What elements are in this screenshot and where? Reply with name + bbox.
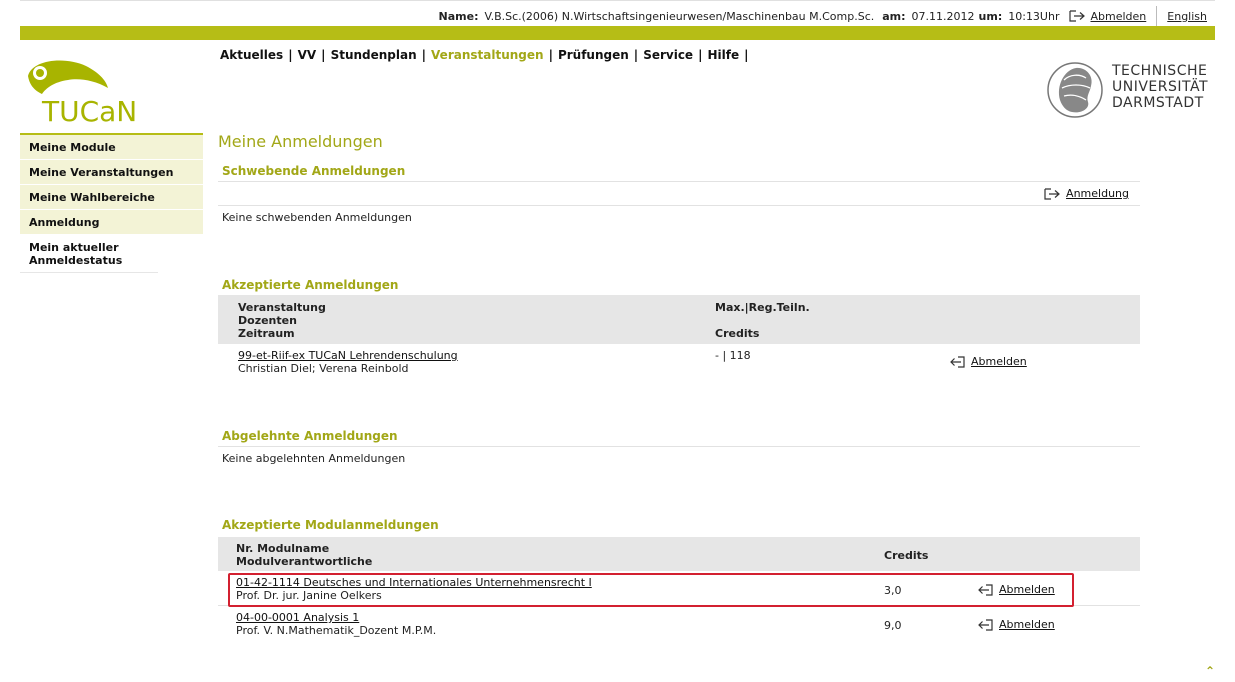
name-label: Name:	[438, 9, 479, 23]
column-modulverantwortliche: Modulverantwortliche	[236, 555, 373, 568]
nav-separator: |	[321, 48, 326, 62]
module-link[interactable]: 04-00-0001 Analysis 1	[236, 611, 436, 624]
highlight-box	[228, 573, 1074, 607]
rejected-empty-text: Keine abgelehnten Anmeldungen	[222, 452, 406, 465]
nav-separator: |	[633, 48, 639, 62]
logout-label[interactable]: Abmelden	[1090, 10, 1146, 23]
date-value: 07.11.2012	[911, 9, 975, 23]
accepted-heading: Akzeptierte Anmeldungen	[222, 278, 399, 292]
register-arrow-icon	[1044, 187, 1060, 200]
university-line-2: UNIVERSITÄT	[1112, 79, 1209, 95]
nav-veranstaltungen[interactable]: Veranstaltungen	[431, 48, 544, 62]
pending-heading: Schwebende Anmeldungen	[222, 164, 406, 178]
register-action[interactable]: Anmeldung	[1044, 187, 1129, 200]
top-border	[20, 0, 1215, 1]
language-link[interactable]: English	[1167, 10, 1207, 23]
nav-separator: |	[288, 48, 293, 62]
header-band	[20, 26, 1215, 40]
logout-arrow-icon	[1069, 10, 1086, 22]
sidebar-item-anmeldung[interactable]: Anmeldung	[20, 210, 203, 235]
tucan-logo[interactable]: TUCaN	[24, 58, 154, 124]
course-max-reg: - | 118	[715, 349, 751, 362]
nav-separator: |	[548, 48, 553, 62]
unregister-course-action[interactable]: Abmelden	[949, 355, 1027, 368]
column-dozenten: Dozenten	[238, 314, 297, 327]
nav-separator: |	[421, 48, 427, 62]
nav-aktuelles[interactable]: Aktuelles	[220, 48, 283, 62]
unregister-link[interactable]: Abmelden	[971, 355, 1027, 368]
sidebar-item-meine-wahlbereiche[interactable]: Meine Wahlbereiche	[20, 185, 203, 210]
unregister-module-action[interactable]: Abmelden	[977, 618, 1055, 631]
unregister-link[interactable]: Abmelden	[999, 618, 1055, 631]
register-link[interactable]: Anmeldung	[1066, 187, 1129, 200]
nav-vv[interactable]: VV	[298, 48, 317, 62]
column-zeitraum: Zeitraum	[238, 327, 295, 340]
nav-service[interactable]: Service	[643, 48, 693, 62]
university-name: TECHNISCHE UNIVERSITÄT DARMSTADT	[1112, 63, 1208, 111]
accepted-table-header: Veranstaltung Dozenten Zeitraum Max.|Reg…	[218, 295, 1140, 344]
divider	[218, 205, 1140, 206]
table-row: 04-00-0001 Analysis 1 Prof. V. N.Mathema…	[218, 606, 1140, 640]
scroll-to-top-icon[interactable]: ⌃	[1205, 664, 1215, 678]
rejected-heading: Abgelehnte Anmeldungen	[222, 429, 398, 443]
nav-separator: |	[698, 48, 703, 62]
page-title: Meine Anmeldungen	[218, 132, 383, 151]
course-lecturers: Christian Diel; Verena Reinbold	[238, 362, 409, 375]
module-credits: 9,0	[884, 619, 902, 632]
column-credits: Credits	[715, 327, 760, 340]
modules-table-header: Nr. Modulname Modulverantwortliche Credi…	[218, 537, 1140, 571]
university-line-1: TECHNISCHE	[1112, 63, 1208, 79]
logout-link[interactable]: Abmelden	[1069, 10, 1146, 23]
pending-empty-text: Keine schwebenden Anmeldungen	[222, 211, 412, 224]
sidebar-item-meine-module[interactable]: Meine Module	[20, 135, 203, 160]
sidebar: Meine Module Meine Veranstaltungen Meine…	[20, 133, 203, 273]
unregister-arrow-icon	[950, 355, 965, 368]
divider	[218, 446, 1140, 447]
main-navigation: Aktuelles | VV | Stundenplan | Veranstaltungen…	[220, 48, 754, 62]
university-line-3: DARMSTADT	[1112, 95, 1204, 111]
divider	[1156, 6, 1158, 26]
user-info-bar: Name: V.B.Sc.(2006) N.Wirtschaftsingenie…	[439, 6, 1207, 26]
sidebar-item-meine-veranstaltungen[interactable]: Meine Veranstaltungen	[20, 160, 203, 185]
nav-hilfe[interactable]: Hilfe	[707, 48, 739, 62]
nav-separator: |	[744, 48, 749, 62]
nav-stundenplan[interactable]: Stundenplan	[331, 48, 417, 62]
column-veranstaltung: Veranstaltung	[238, 301, 326, 314]
column-module-credits: Credits	[884, 549, 929, 562]
column-modulname: Nr. Modulname	[236, 542, 330, 555]
divider	[218, 181, 1140, 182]
table-row: 99-et-Riif-ex TUCaN Lehrendenschulung Ch…	[218, 344, 1140, 376]
date-label: am:	[882, 9, 906, 23]
user-name: V.B.Sc.(2006) N.Wirtschaftsingenieurwese…	[484, 9, 875, 23]
sidebar-item-anmeldestatus[interactable]: Mein aktueller Anmeldestatus	[20, 235, 158, 273]
column-max-reg: Max.|Reg.Teiln.	[715, 301, 810, 314]
logo-text: TUCaN	[41, 95, 137, 124]
module-responsible: Prof. V. N.Mathematik_Dozent M.P.M.	[236, 624, 437, 637]
nav-pruefungen[interactable]: Prüfungen	[558, 48, 629, 62]
course-link[interactable]: 99-et-Riif-ex TUCaN Lehrendenschulung	[238, 349, 458, 362]
time-value: 10:13Uhr	[1008, 9, 1060, 23]
time-label: um:	[978, 9, 1003, 23]
unregister-arrow-icon	[978, 618, 993, 631]
modules-heading: Akzeptierte Modulanmeldungen	[222, 518, 439, 532]
